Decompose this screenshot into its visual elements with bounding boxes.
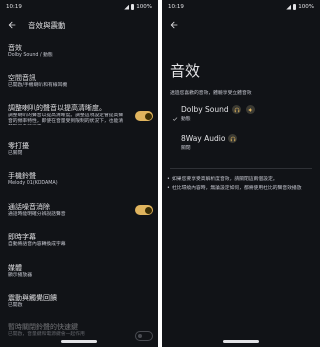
info-note: 如果您要享受高解析度音效，請關閉這兩個設定。: [167, 177, 310, 184]
back-arrow-icon[interactable]: [168, 19, 180, 31]
speaker-clarity-toggle[interactable]: [135, 111, 153, 121]
setting-call-noise-cancel[interactable]: 通話噪音消除 通話時能明確分辨說話聲音: [0, 203, 158, 218]
speaker-icon: [246, 105, 255, 114]
effect-option-8way[interactable]: 8Way Audio 關閉: [162, 134, 320, 158]
setting-sound-effect[interactable]: 音效 Dolby Sound / 動態: [0, 44, 158, 59]
setting-spatial-audio[interactable]: 空間音訊 已開啟/手機喇叭和有線耳機: [0, 74, 158, 89]
status-bar: 10:19 100%: [0, 0, 158, 14]
effect-status: 動態: [181, 117, 191, 122]
gesture-nav-bar[interactable]: [61, 340, 97, 343]
sound-settings-screen: 10:19 100% 音效與震動 音效 Dolby Sound / 動態 空間音…: [0, 0, 158, 347]
check-icon: [172, 107, 178, 126]
effect-option-dolby[interactable]: Dolby Sound 動態: [162, 105, 320, 129]
headphones-icon: [232, 105, 241, 114]
divider: [170, 168, 312, 169]
headphones-icon: [228, 134, 237, 143]
gesture-nav-bar[interactable]: [223, 340, 259, 343]
effect-name: Dolby Sound: [181, 105, 229, 114]
setting-speaker-clarity[interactable]: 調整喇叭的聲音以提高清晰度。 調整喇叭的聲音以提高清晰度。調整這項設定會提高聲音…: [0, 104, 158, 125]
call-noise-cancel-toggle[interactable]: [135, 205, 153, 215]
setting-mute-shortcut[interactable]: 暫時關閉鈴聲的快速鍵 已開啟，音量鍵和電源鍵會一起作用: [0, 323, 158, 341]
effect-name: 8Way Audio: [181, 134, 226, 143]
setting-ringtone[interactable]: 手機鈴聲 Melody 01(KODAMA): [0, 172, 158, 187]
status-bar: 10:19 100%: [162, 0, 320, 14]
sound-effect-screen: 10:19 100% 音效 透過您喜歡的音效，體驗享受立體音效 Dolby So…: [162, 0, 320, 347]
battery-icon: [293, 4, 297, 10]
battery-level: 100%: [136, 4, 152, 10]
info-note: 杜比環繞內容時，無論設定如何，都將使用杜比的聲音效播放: [167, 186, 310, 193]
effect-status: 關閉: [181, 146, 191, 151]
battery-icon: [131, 4, 135, 10]
page-title: 音效: [170, 62, 201, 80]
page-description: 透過您喜歡的音效，體驗享受立體音效: [170, 91, 252, 96]
page-title: 音效與震動: [28, 20, 66, 30]
battery-level: 100%: [298, 4, 314, 10]
setting-do-not-disturb[interactable]: 零打擾 已關閉: [0, 142, 158, 157]
signal-icon: [286, 4, 292, 10]
setting-vibration-haptics[interactable]: 震動與觸覺回饋 已開啟: [0, 294, 158, 309]
back-arrow-icon[interactable]: [6, 19, 18, 31]
setting-live-caption[interactable]: 即時字幕 自動將語音內容轉換成字幕: [0, 233, 158, 248]
setting-media[interactable]: 媒體 顯示播放器: [0, 264, 158, 279]
mute-shortcut-toggle[interactable]: [135, 331, 153, 341]
signal-icon: [124, 4, 130, 10]
app-bar: 音效與震動: [0, 14, 158, 36]
status-time: 10:19: [6, 4, 22, 10]
app-bar: [162, 14, 320, 36]
status-time: 10:19: [168, 4, 184, 10]
